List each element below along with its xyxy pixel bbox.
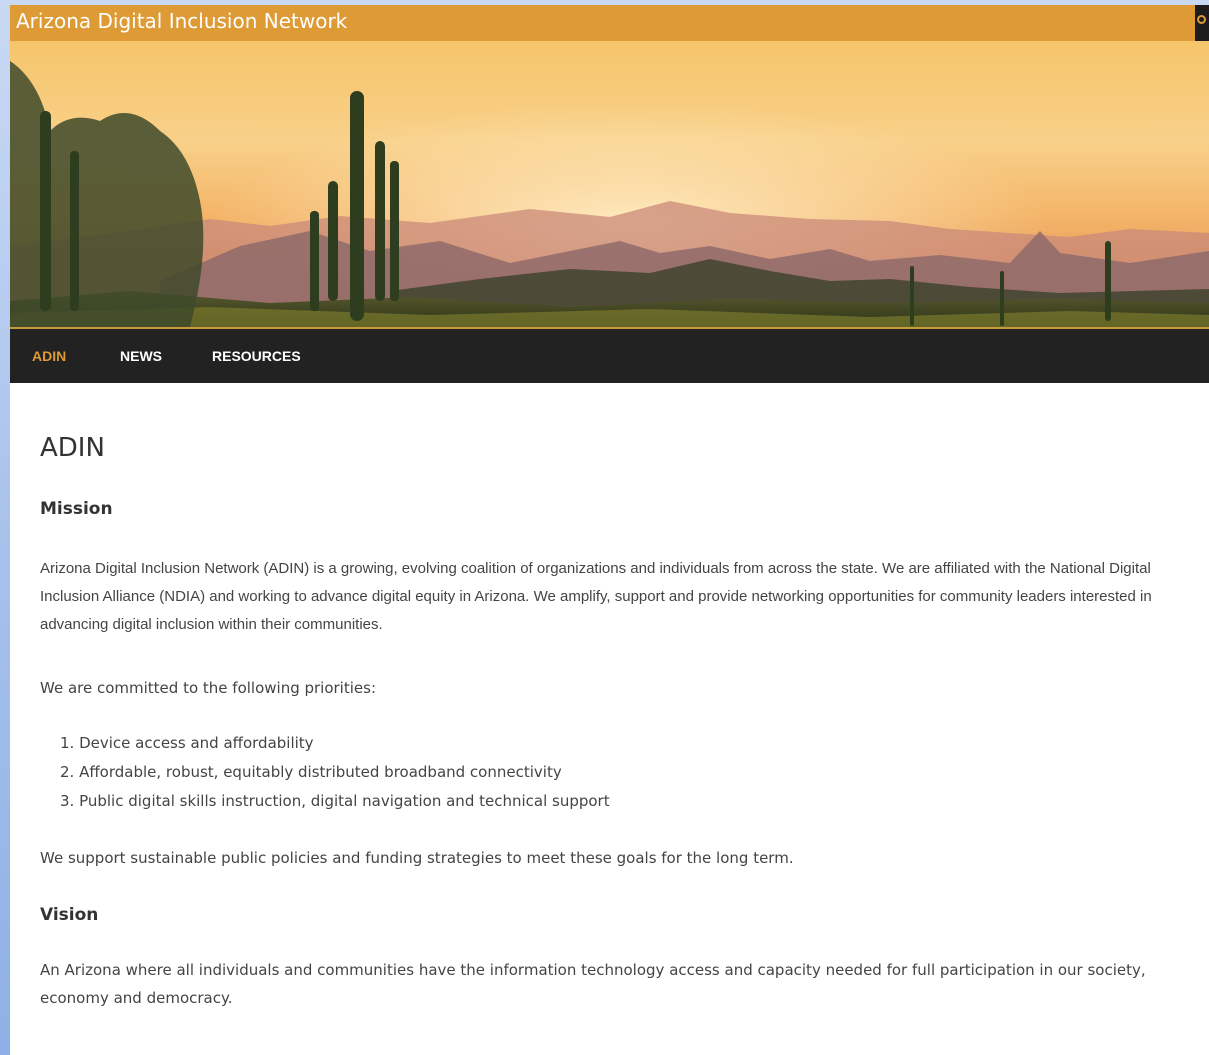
mission-heading: Mission xyxy=(40,499,113,519)
mission-paragraph: Arizona Digital Inclusion Network (ADIN)… xyxy=(40,560,1152,633)
vision-paragraph: An Arizona where all individuals and com… xyxy=(40,961,1146,1007)
site-title[interactable]: Arizona Digital Inclusion Network xyxy=(16,9,347,33)
main-nav: ADIN NEWS RESOURCES xyxy=(10,329,1209,383)
list-item: 3. Public digital skills instruction, di… xyxy=(60,792,610,810)
support-paragraph: We support sustainable public policies a… xyxy=(40,849,794,867)
priority-list: 1. Device access and affordability 2. Af… xyxy=(60,733,610,820)
site-header: Arizona Digital Inclusion Network xyxy=(10,5,1209,41)
list-item: 2. Affordable, robust, equitably distrib… xyxy=(60,763,562,781)
nav-item-news[interactable]: NEWS xyxy=(120,348,162,364)
browser-left-edge xyxy=(0,0,10,1055)
search-icon xyxy=(1197,15,1206,24)
page: Arizona Digital Inclusion Network ADIN N… xyxy=(10,5,1209,1055)
nav-item-adin[interactable]: ADIN xyxy=(32,348,66,364)
vision-heading: Vision xyxy=(40,905,99,925)
hero-banner-image xyxy=(10,41,1209,329)
priorities-intro: We are committed to the following priori… xyxy=(40,679,376,697)
search-toggle[interactable] xyxy=(1195,5,1209,41)
page-title: ADIN xyxy=(40,433,105,463)
list-item: 1. Device access and affordability xyxy=(60,734,314,752)
nav-item-resources[interactable]: RESOURCES xyxy=(212,348,301,364)
